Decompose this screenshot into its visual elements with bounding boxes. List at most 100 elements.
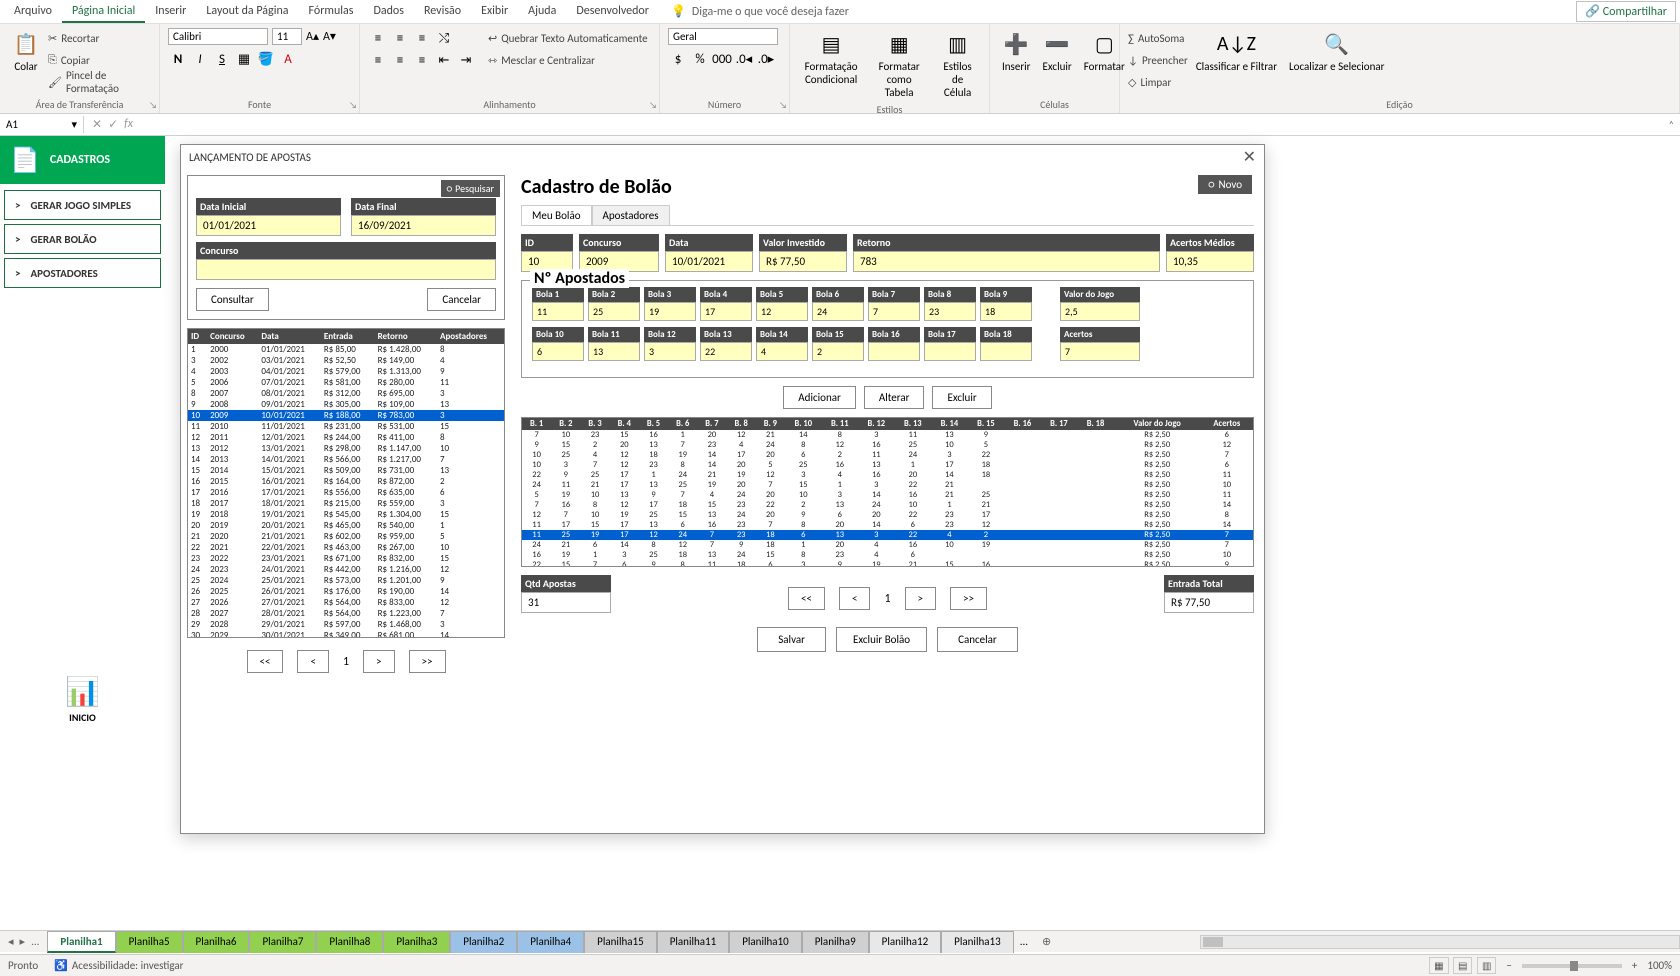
sheet-tab-planilha2[interactable]: Planilha2 — [450, 931, 517, 953]
result-row[interactable]: 24202324/01/2021R$ 442,00R$ 1.216,0012 — [188, 564, 504, 575]
result-row[interactable]: 22202122/01/2021R$ 463,00R$ 267,0010 — [188, 542, 504, 553]
acertos-medios-field[interactable] — [1166, 251, 1254, 272]
last-page-button[interactable]: >> — [409, 650, 446, 673]
bola-input[interactable] — [700, 302, 752, 321]
sort-filter-button[interactable]: A↓ZClassificar e Filtrar — [1192, 28, 1281, 75]
bet-row[interactable]: 7102315161201221148311139R$ 2,506 — [522, 430, 1253, 440]
accept-formula-icon[interactable]: ✓ — [108, 117, 118, 132]
sheet-more-2[interactable]: ... — [1014, 935, 1034, 948]
result-row[interactable]: 3200203/01/2021R$ 52,50R$ 149,004 — [188, 355, 504, 366]
bet-row[interactable]: 242161481279181204161019R$ 2,507 — [522, 540, 1253, 550]
result-row[interactable]: 27202627/01/2021R$ 564,00R$ 833,0012 — [188, 597, 504, 608]
number-format-select[interactable] — [668, 28, 778, 45]
alterar-button[interactable]: Alterar — [864, 386, 925, 409]
menu-desenvolvedor[interactable]: Desenvolvedor — [566, 1, 659, 23]
concurso-input[interactable] — [196, 259, 496, 280]
close-icon[interactable]: ✕ — [1243, 147, 1256, 167]
sidebar-btn-apostadores[interactable]: >APOSTADORES — [4, 258, 161, 288]
decrease-indent-button[interactable]: ⇤ — [434, 50, 454, 70]
page-layout-icon[interactable]: ▤ — [1453, 957, 1472, 974]
sheet-nav-last-icon[interactable]: ▸ — [20, 935, 26, 948]
result-row[interactable]: 28202728/01/2021R$ 564,00R$ 1.223,007 — [188, 608, 504, 619]
prev-page-button[interactable]: < — [297, 650, 328, 673]
autosum-button[interactable]: ∑AutoSoma — [1128, 28, 1188, 48]
underline-button[interactable]: S — [212, 49, 232, 69]
bet-row[interactable]: 22925171242119123416201418R$ 2,5011 — [522, 470, 1253, 480]
result-row[interactable]: 9200809/01/2021R$ 305,00R$ 109,0013 — [188, 399, 504, 410]
number-launcher-icon[interactable]: ↘ — [779, 100, 787, 111]
paste-button[interactable]: 📋 Colar — [8, 28, 44, 75]
menu-página-inicial[interactable]: Página Inicial — [62, 1, 145, 23]
bola-input[interactable] — [924, 302, 976, 321]
merge-center-button[interactable]: ⇿Mesclar e Centralizar — [488, 50, 648, 70]
result-row[interactable]: 16201516/01/2021R$ 164,00R$ 872,002 — [188, 476, 504, 487]
bet-row[interactable]: 915220137234248121625105R$ 2,5012 — [522, 440, 1253, 450]
bola-input[interactable] — [756, 342, 808, 361]
normal-view-icon[interactable]: ▦ — [1429, 957, 1448, 974]
bold-button[interactable]: N — [168, 49, 188, 69]
tell-me-search[interactable]: 💡 Diga-me o que você deseja fazer — [671, 4, 849, 19]
result-row[interactable]: 29202829/01/2021R$ 597,00R$ 1.468,003 — [188, 619, 504, 630]
result-row[interactable]: 5200607/01/2021R$ 581,00R$ 280,0011 — [188, 377, 504, 388]
fill-color-button[interactable]: 🪣 — [256, 49, 276, 69]
result-row[interactable]: 12201112/01/2021R$ 244,00R$ 411,008 — [188, 432, 504, 443]
sidebar-btn-gerar-bolão[interactable]: >GERAR BOLÃO — [4, 224, 161, 254]
sheet-tab-planilha11[interactable]: Planilha11 — [657, 931, 730, 953]
valor-jogo-input[interactable] — [1060, 302, 1140, 321]
menu-exibir[interactable]: Exibir — [471, 1, 518, 23]
tab-apostadores[interactable]: Apostadores — [592, 205, 670, 225]
bet-row[interactable]: 71681217181523222132410121R$ 2,5014 — [522, 500, 1253, 510]
format-painter-button[interactable]: 🖌Pincel de Formatação — [48, 72, 151, 92]
add-sheet-icon[interactable]: ⊕ — [1034, 935, 1059, 948]
align-top-button[interactable]: ≡ — [368, 28, 388, 48]
italic-button[interactable]: I — [190, 49, 210, 69]
cancelar-button[interactable]: Cancelar — [937, 627, 1018, 652]
bet-row[interactable]: 11171517136162378201462312R$ 2,5014 — [522, 520, 1253, 530]
font-launcher-icon[interactable]: ↘ — [349, 100, 357, 111]
consultar-button[interactable]: Consultar — [196, 288, 269, 311]
bet-row[interactable]: 22157698111863919211516R$ 2,509 — [522, 560, 1253, 567]
copy-button[interactable]: ⎘Copiar — [48, 50, 151, 70]
sheet-tab-planilha6[interactable]: Planilha6 — [183, 931, 250, 953]
align-center-button[interactable]: ≡ — [390, 50, 410, 70]
bola-input[interactable] — [812, 342, 864, 361]
menu-arquivo[interactable]: Arquivo — [4, 1, 62, 23]
zoom-level[interactable]: 100% — [1647, 959, 1672, 972]
result-row[interactable]: 15201415/01/2021R$ 509,00R$ 731,0013 — [188, 465, 504, 476]
cancelar-search-button[interactable]: Cancelar — [427, 288, 496, 311]
page-break-icon[interactable]: ▥ — [1477, 957, 1496, 974]
bola-input[interactable] — [532, 342, 584, 361]
thousands-button[interactable]: 000 — [712, 49, 732, 69]
cell-styles-button[interactable]: ▥Estilos de Célula — [934, 28, 981, 101]
insert-cells-button[interactable]: ➕Inserir — [998, 28, 1035, 75]
sheet-tab-planilha10[interactable]: Planilha10 — [729, 931, 802, 953]
sheet-tab-planilha7[interactable]: Planilha7 — [249, 931, 316, 953]
result-row[interactable]: 8200708/01/2021R$ 312,00R$ 695,003 — [188, 388, 504, 399]
next-page-button[interactable]: > — [363, 650, 394, 673]
menu-ajuda[interactable]: Ajuda — [518, 1, 566, 23]
result-row[interactable]: 19201819/01/2021R$ 545,00R$ 1.304,0015 — [188, 509, 504, 520]
result-row[interactable]: 21202021/01/2021R$ 602,00R$ 959,005 — [188, 531, 504, 542]
bola-input[interactable] — [868, 302, 920, 321]
collapse-ribbon-icon[interactable]: ˄ — [1669, 118, 1674, 131]
bet-row[interactable]: 1125191712247231861332242R$ 2,507 — [522, 530, 1253, 540]
align-bottom-button[interactable]: ≡ — [412, 28, 432, 48]
currency-button[interactable]: $ — [668, 49, 688, 69]
bola-input[interactable] — [980, 342, 1032, 361]
align-right-button[interactable]: ≡ — [412, 50, 432, 70]
horizontal-scrollbar[interactable] — [1200, 935, 1680, 949]
results-table[interactable]: IDConcursoDataEntradaRetornoApostadores1… — [187, 328, 505, 638]
zoom-slider[interactable] — [1522, 964, 1622, 968]
result-row[interactable]: 14201314/01/2021R$ 566,00R$ 1.217,007 — [188, 454, 504, 465]
sheet-tab-planilha5[interactable]: Planilha5 — [116, 931, 183, 953]
font-name-select[interactable] — [168, 28, 268, 45]
orientation-button[interactable]: ⤭ — [434, 28, 454, 48]
acertos-input[interactable] — [1060, 342, 1140, 361]
align-left-button[interactable]: ≡ — [368, 50, 388, 70]
bets-next-button[interactable]: > — [905, 587, 936, 610]
result-row[interactable]: 23202223/01/2021R$ 671,00R$ 832,0015 — [188, 553, 504, 564]
formula-input[interactable] — [141, 123, 1680, 127]
bola-input[interactable] — [532, 302, 584, 321]
conditional-format-button[interactable]: ▤Formatação Condicional — [798, 28, 864, 88]
bet-row[interactable]: 127101925151324209620222317R$ 2,508 — [522, 510, 1253, 520]
